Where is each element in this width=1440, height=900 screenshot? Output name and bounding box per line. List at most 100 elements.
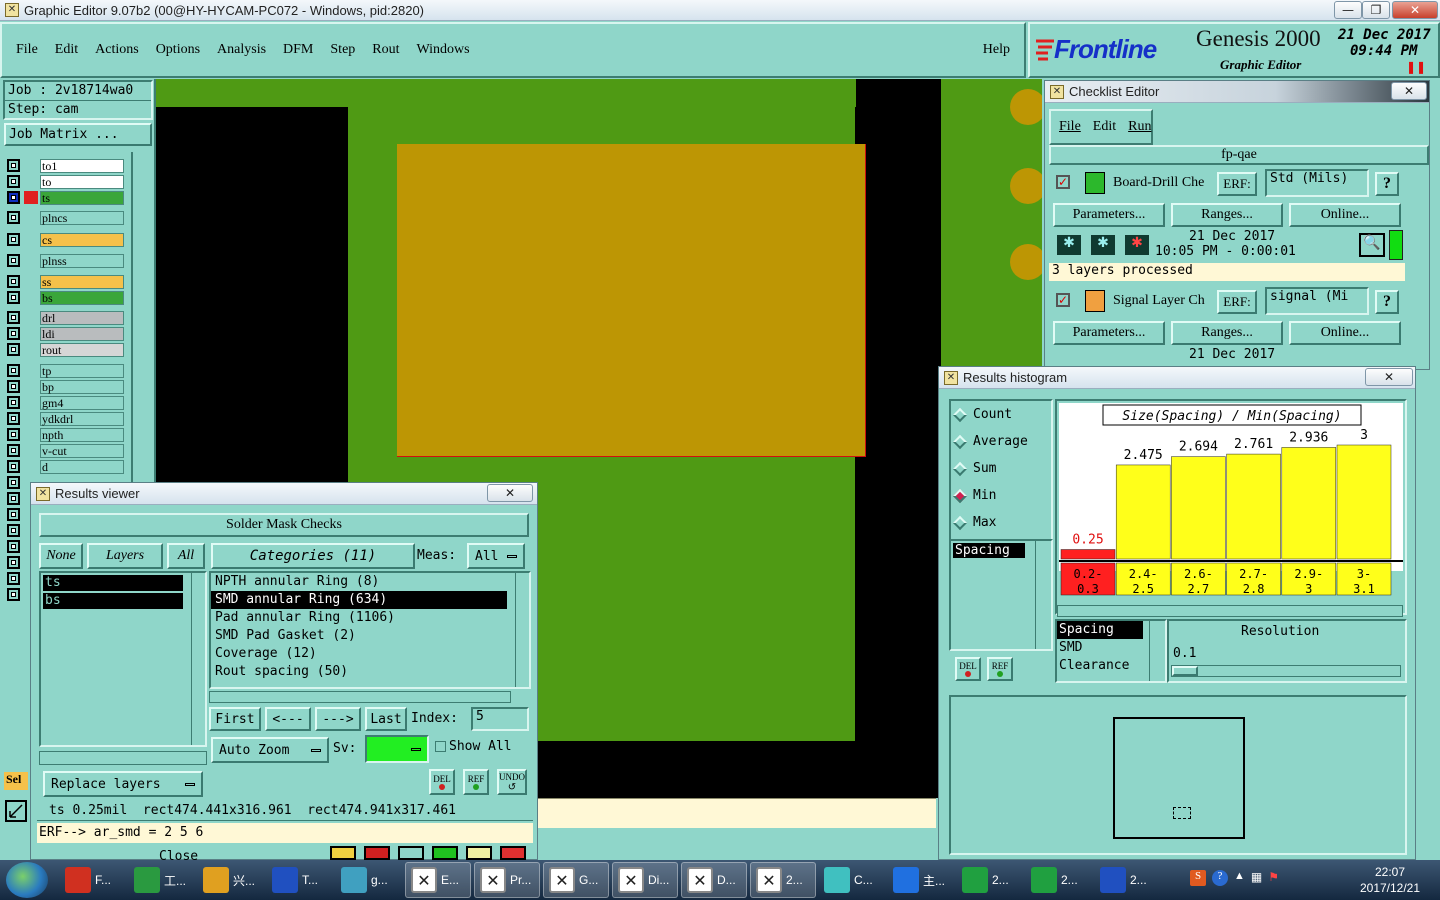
menu-actions[interactable]: Actions [95, 42, 139, 58]
tool-icon[interactable] [330, 846, 356, 860]
layer-row-drl[interactable]: drl [7, 310, 125, 325]
layer-row-bp[interactable]: bp [7, 379, 125, 394]
show-all-checkbox[interactable] [435, 741, 446, 752]
layer-checkbox[interactable] [7, 233, 20, 246]
taskbar-item[interactable]: C... [819, 862, 885, 898]
layer-checkbox[interactable] [7, 588, 20, 601]
layer-checkbox[interactable] [7, 211, 20, 224]
taskbar-item[interactable]: 2... [1026, 862, 1092, 898]
layer-row-d[interactable]: d [7, 459, 125, 474]
layer-checkbox[interactable] [7, 291, 20, 304]
category-item[interactable]: Coverage (12) [211, 645, 507, 663]
layer-row-bs[interactable]: bs [7, 290, 125, 305]
categories-button[interactable]: Categories (11) [211, 543, 415, 569]
histogram-close-button[interactable]: ✕ [1365, 368, 1413, 386]
checklist-close-button[interactable]: ✕ [1391, 82, 1427, 100]
check-2-erf-value[interactable]: signal (Mi [1265, 287, 1369, 315]
magnify-icon[interactable]: 🔍 [1359, 233, 1385, 257]
tool-icon[interactable] [466, 846, 492, 860]
layer-row-rout[interactable]: rout [7, 342, 125, 357]
hist-bar-4[interactable] [1281, 447, 1337, 560]
attr-item[interactable]: Clearance [1057, 657, 1143, 675]
viewer-undo-button[interactable]: UNDO ↺ [497, 769, 527, 795]
check-1-online-button[interactable]: Online... [1289, 203, 1401, 227]
flag-icon[interactable]: ⚑ [1268, 870, 1279, 886]
layer-checkbox[interactable] [7, 159, 20, 172]
taskbar-item[interactable]: ✕ E... [405, 862, 471, 898]
menu-file[interactable]: File [16, 42, 38, 58]
menu-rout[interactable]: Rout [372, 42, 399, 58]
layer-checkbox[interactable] [7, 327, 20, 340]
layer-checkbox[interactable] [7, 540, 20, 553]
layer-checkbox[interactable] [7, 508, 20, 521]
taskbar-item[interactable]: 兴... [198, 862, 264, 898]
hist-option-average[interactable]: Average [951, 428, 1051, 455]
replace-layers-select[interactable]: Replace layers [43, 771, 203, 797]
check-2-online-button[interactable]: Online... [1289, 321, 1401, 345]
layer-checkbox[interactable] [7, 254, 20, 267]
network-icon[interactable]: ▦ [1251, 870, 1262, 886]
taskbar-item[interactable]: ✕ Di... [612, 862, 678, 898]
category-item[interactable]: SMD Pad Gasket (2) [211, 627, 507, 645]
layer-checkbox[interactable] [7, 476, 20, 489]
layer-checkbox[interactable] [7, 380, 20, 393]
viewer-layer-item[interactable]: ts [43, 575, 183, 591]
category-item[interactable]: SMD annular Ring (634) [211, 591, 507, 609]
close-button[interactable]: ✕ [1392, 1, 1438, 19]
layer-row-gm4[interactable]: gm4 [7, 395, 125, 410]
viewer-close-button[interactable]: ✕ [487, 484, 533, 502]
measure-scrollbar[interactable] [1035, 541, 1049, 649]
nav-button-first[interactable]: First [209, 707, 261, 731]
taskbar-item[interactable]: 2... [957, 862, 1023, 898]
taskbar-item[interactable]: F... [60, 862, 126, 898]
layer-checkbox[interactable] [7, 444, 20, 457]
layer-row-ydkdrl[interactable]: ydkdrl [7, 411, 125, 426]
menu-dfm[interactable]: DFM [283, 42, 313, 58]
menu-windows[interactable]: Windows [417, 42, 470, 58]
layer-checkbox[interactable] [7, 343, 20, 356]
check-2-erf-label[interactable]: ERF: [1217, 290, 1257, 314]
taskbar-item[interactable]: g... [336, 862, 402, 898]
measure-item[interactable]: Spacing [953, 543, 1025, 558]
layer-row-ldi[interactable]: ldi [7, 326, 125, 341]
hist-bar-1[interactable] [1115, 464, 1171, 560]
category-list[interactable]: NPTH annular Ring (8) SMD annular Ring (6… [209, 571, 531, 689]
help-tray-icon[interactable]: ? [1212, 870, 1228, 886]
layer-row-plnss[interactable]: plnss [7, 253, 125, 268]
check-1-parameters-button[interactable]: Parameters... [1053, 203, 1165, 227]
check-2-help-button[interactable]: ? [1375, 290, 1399, 314]
job-matrix-button[interactable]: Job Matrix ... [4, 123, 152, 146]
layer-checkbox[interactable] [7, 311, 20, 324]
viewer-ref-button[interactable]: REF [463, 769, 489, 795]
viewer-layer-item[interactable]: bs [43, 593, 183, 609]
layer-checkbox[interactable] [7, 572, 20, 585]
tool-icon[interactable] [432, 846, 458, 860]
checklist-menu-run[interactable]: Run [1128, 119, 1151, 135]
ime-icon[interactable]: S [1190, 870, 1206, 886]
hist-bar-5[interactable] [1336, 444, 1392, 560]
check-1-ranges-button[interactable]: Ranges... [1171, 203, 1283, 227]
tool-icon[interactable] [500, 846, 526, 860]
hist-bar-3[interactable] [1226, 453, 1281, 560]
chevron-up-icon[interactable]: ▲ [1234, 870, 1245, 886]
menu-step[interactable]: Step [330, 42, 355, 58]
attr-scrollbar[interactable] [1149, 621, 1163, 681]
run-icon[interactable]: ✱ [1089, 233, 1117, 257]
run-icon[interactable]: ✱ [1123, 233, 1151, 257]
hist-option-count[interactable]: Count [951, 401, 1051, 428]
layer-checkbox[interactable] [7, 556, 20, 569]
layer-row-to[interactable]: to [7, 174, 125, 189]
layer-checkbox[interactable] [7, 524, 20, 537]
menu-edit[interactable]: Edit [55, 42, 78, 58]
attr-item[interactable]: SMD [1057, 639, 1143, 657]
hist-option-sum[interactable]: Sum [951, 455, 1051, 482]
layer-checkbox[interactable] [7, 396, 20, 409]
taskbar-item[interactable]: 2... [1095, 862, 1161, 898]
layer-checkbox[interactable] [7, 428, 20, 441]
check-1-help-button[interactable]: ? [1375, 172, 1399, 196]
resolution-slider-thumb[interactable] [1172, 666, 1198, 676]
viewer-layer-list[interactable]: ts bs [39, 571, 207, 747]
layer-row-tp[interactable]: tp [7, 363, 125, 378]
tool-icon[interactable] [364, 846, 390, 860]
layer-row-ss[interactable]: ss [7, 274, 125, 289]
